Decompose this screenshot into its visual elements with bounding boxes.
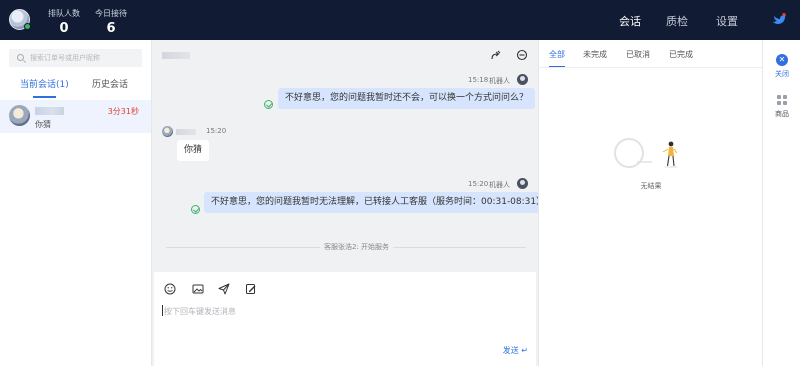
chat-panel: 15:18 机器人 不好意思，您的问题我暂时还不会，可以换一个方式问问么？ 15… [152,40,553,366]
message-bubble: 你猜 [177,140,210,161]
tab-incomplete[interactable]: 未完成 [583,49,607,60]
send-link-icon[interactable] [218,283,230,295]
delivered-check-icon [264,100,273,109]
queue-count: 0 [59,21,69,36]
image-icon[interactable] [192,283,204,295]
close-label[interactable]: 关闭 [763,69,800,79]
customer-avatar [9,105,30,126]
bot-avatar [517,74,528,85]
orders-panel: 全部 未完成 已取消 已完成 无结果 [538,40,763,366]
customer-message-avatar [162,126,173,137]
nav-quality[interactable]: 质检 [666,13,688,29]
today-stat: 今日接待 6 [95,8,127,36]
bird-logo-icon[interactable] [773,13,786,25]
queue-label: 排队人数 [48,9,80,18]
message-time: 15:18 [468,76,489,84]
transfer-icon[interactable] [490,49,502,61]
goods-label[interactable]: 商品 [763,109,800,119]
tab-history-conversations[interactable]: 历史会话 [92,77,128,90]
tabs-divider [539,67,763,68]
bot-avatar [517,178,528,189]
empty-state-illustration [614,138,678,169]
chat-header [152,40,538,68]
search-input[interactable]: 搜索订单号或用户昵称 [30,53,100,63]
goods-grid-icon[interactable] [777,95,787,105]
enter-icon: ↵ [521,346,528,355]
message-bubble: 不好意思，您的问题我暂时无法理解，已转接人工客服（服务时间：00:31-08:3… [204,192,553,213]
system-notice: 客服张浩2: 开始服务 [166,242,526,252]
search-box[interactable]: 搜索订单号或用户昵称 [9,49,142,67]
queue-stat: 排队人数 0 [48,8,80,36]
delivered-check-icon [191,205,200,214]
top-bar: 排队人数 0 今日接待 6 会话 质检 设置 [0,0,800,43]
tab-current-conversations[interactable]: 当前会话(1) [20,77,69,98]
send-button[interactable]: 发送 ↵ [503,345,528,356]
message-bubble: 不好意思，您的问题我暂时还不会，可以换一个方式问问么？ [278,88,536,109]
send-button-label: 发送 [502,346,519,355]
message-time: 15:20 [468,180,489,188]
side-rail: ✕ 关闭 商品 [762,40,800,366]
today-label: 今日接待 [95,9,127,18]
tab-completed[interactable]: 已完成 [669,49,693,60]
message-composer: 按下回车键发送消息 发送 ↵ [154,272,536,366]
chat-customer-name-redacted [162,52,190,59]
today-count: 6 [106,21,116,36]
close-icon[interactable]: ✕ [776,54,788,66]
online-status-dot [24,23,31,30]
system-notice-text: 客服张浩2: 开始服务 [320,242,394,252]
conversation-sidebar: 搜索订单号或用户昵称 当前会话(1) 历史会话 你猜 3分31秒 [0,40,152,366]
end-session-icon[interactable] [516,49,528,61]
message-sender: 机器人 [489,77,510,85]
customer-name-redacted [35,107,64,115]
tab-cancelled[interactable]: 已取消 [626,49,650,60]
agent-avatar[interactable] [9,9,31,30]
message-input[interactable]: 按下回车键发送消息 [162,305,236,317]
empty-state-text: 无结果 [640,182,662,190]
emoji-icon[interactable] [164,283,176,295]
conversation-item[interactable]: 你猜 3分31秒 [0,100,151,133]
customer-message-name-redacted [176,129,196,135]
tab-all[interactable]: 全部 [549,49,565,68]
nav-settings[interactable]: 设置 [716,13,738,29]
message-time: 15:20 [206,127,227,135]
conversation-timer: 3分31秒 [107,107,139,116]
conversation-last-message: 你猜 [35,120,51,129]
nav-chat[interactable]: 会话 [616,13,644,43]
search-icon [17,54,24,61]
edit-note-icon[interactable] [245,283,257,295]
message-sender: 机器人 [489,181,510,189]
